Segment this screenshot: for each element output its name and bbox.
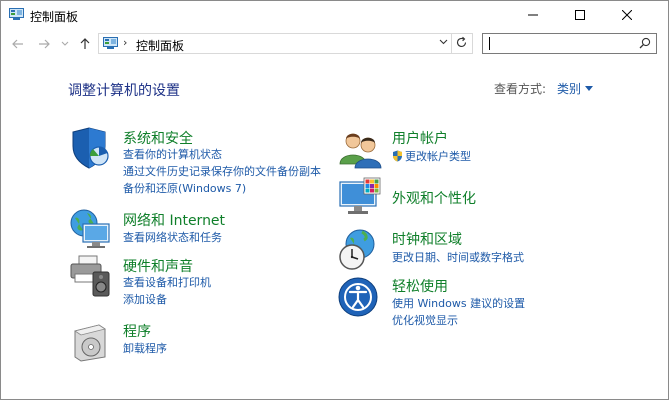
chevron-down-icon[interactable] bbox=[439, 39, 448, 45]
category-title[interactable]: 外观和个性化 bbox=[392, 188, 476, 208]
forward-button[interactable] bbox=[35, 35, 53, 53]
address-bar[interactable]: › 控制面板 bbox=[98, 33, 473, 54]
control-panel-window: 控制面板 › 控制面板 调整计算机的设置 查看方式: 类别 系统和安全 查看你的… bbox=[0, 0, 669, 400]
link-network-status[interactable]: 查看网络状态和任务 bbox=[123, 229, 222, 246]
link-change-account-type-label[interactable]: 更改帐户类型 bbox=[405, 150, 471, 163]
category-links: 使用 Windows 建议的设置 优化视觉显示 bbox=[392, 295, 525, 329]
category-links: 卸载程序 bbox=[123, 340, 167, 357]
view-by-value[interactable]: 类别 bbox=[557, 80, 581, 97]
category-links: 查看设备和打印机 添加设备 bbox=[123, 274, 211, 308]
maximize-button[interactable] bbox=[557, 1, 603, 29]
category-title[interactable]: 时钟和区域 bbox=[392, 229, 462, 249]
close-icon bbox=[622, 10, 632, 20]
category-title[interactable]: 轻松使用 bbox=[392, 276, 448, 296]
link-optimize-visual-display[interactable]: 优化视觉显示 bbox=[392, 312, 525, 329]
arrow-up-icon bbox=[80, 38, 90, 49]
control-panel-icon bbox=[103, 37, 118, 49]
view-by-dropdown[interactable]: 类别 bbox=[557, 80, 594, 97]
text-cursor bbox=[489, 37, 490, 50]
link-change-date-time-format[interactable]: 更改日期、时间或数字格式 bbox=[392, 249, 524, 266]
up-button[interactable] bbox=[77, 35, 93, 53]
category-links: 更改帐户类型 bbox=[392, 148, 471, 165]
title-bar[interactable]: 控制面板 bbox=[1, 1, 668, 29]
printer-speaker-icon[interactable] bbox=[69, 254, 113, 298]
link-backup-restore[interactable]: 备份和还原(Windows 7) bbox=[123, 180, 321, 197]
divider bbox=[451, 34, 452, 53]
link-view-computer-status[interactable]: 查看你的计算机状态 bbox=[123, 146, 321, 163]
close-button[interactable] bbox=[604, 1, 650, 29]
category-title[interactable]: 系统和安全 bbox=[123, 128, 193, 148]
chevron-down-icon bbox=[61, 41, 69, 46]
category-title[interactable]: 用户帐户 bbox=[392, 128, 448, 148]
category-links: 查看你的计算机状态 通过文件历史记录保存你的文件备份副本 备份和还原(Windo… bbox=[123, 146, 321, 197]
breadcrumb-item[interactable]: 控制面板 bbox=[136, 37, 184, 54]
shield-icon[interactable] bbox=[69, 126, 113, 170]
search-icon[interactable] bbox=[639, 37, 651, 49]
refresh-icon[interactable] bbox=[455, 36, 468, 49]
navigation-bar: › 控制面板 bbox=[1, 31, 668, 57]
link-add-device[interactable]: 添加设备 bbox=[123, 291, 211, 308]
search-input[interactable] bbox=[493, 35, 633, 52]
network-globe-icon[interactable] bbox=[69, 208, 113, 252]
breadcrumb-separator[interactable]: › bbox=[123, 36, 127, 49]
category-title[interactable]: 程序 bbox=[123, 321, 151, 341]
category-links: 查看网络状态和任务 bbox=[123, 229, 222, 246]
category-title[interactable]: 网络和 Internet bbox=[123, 210, 225, 230]
window-title: 控制面板 bbox=[30, 10, 79, 24]
uac-shield-icon bbox=[393, 150, 402, 162]
main-content: 调整计算机的设置 查看方式: 类别 系统和安全 查看你的计算机状态 通过文件历史… bbox=[1, 58, 668, 399]
minimize-button[interactable] bbox=[510, 1, 556, 29]
recent-locations-button[interactable] bbox=[59, 35, 71, 53]
link-change-account-type[interactable]: 更改帐户类型 bbox=[392, 148, 471, 165]
users-icon[interactable] bbox=[338, 128, 382, 172]
link-devices-printers[interactable]: 查看设备和打印机 bbox=[123, 274, 211, 291]
back-button[interactable] bbox=[9, 35, 27, 53]
caret-down-icon bbox=[585, 86, 594, 91]
view-by-label: 查看方式: bbox=[494, 82, 547, 96]
clock-globe-icon[interactable] bbox=[338, 228, 382, 272]
arrow-left-icon bbox=[12, 39, 23, 49]
control-panel-icon bbox=[9, 8, 24, 20]
ease-of-access-icon[interactable] bbox=[338, 275, 382, 319]
page-title: 调整计算机的设置 bbox=[68, 83, 180, 99]
category-title[interactable]: 硬件和声音 bbox=[123, 256, 193, 276]
link-uninstall-program[interactable]: 卸载程序 bbox=[123, 340, 167, 357]
maximize-icon bbox=[575, 10, 585, 20]
programs-disc-icon[interactable] bbox=[69, 319, 113, 363]
display-palette-icon[interactable] bbox=[338, 176, 382, 220]
link-file-history-backup[interactable]: 通过文件历史记录保存你的文件备份副本 bbox=[123, 163, 321, 180]
search-box[interactable] bbox=[482, 33, 657, 54]
minimize-icon bbox=[528, 14, 538, 16]
arrow-right-icon bbox=[39, 39, 50, 49]
link-windows-recommended-settings[interactable]: 使用 Windows 建议的设置 bbox=[392, 295, 525, 312]
category-links: 更改日期、时间或数字格式 bbox=[392, 249, 524, 266]
